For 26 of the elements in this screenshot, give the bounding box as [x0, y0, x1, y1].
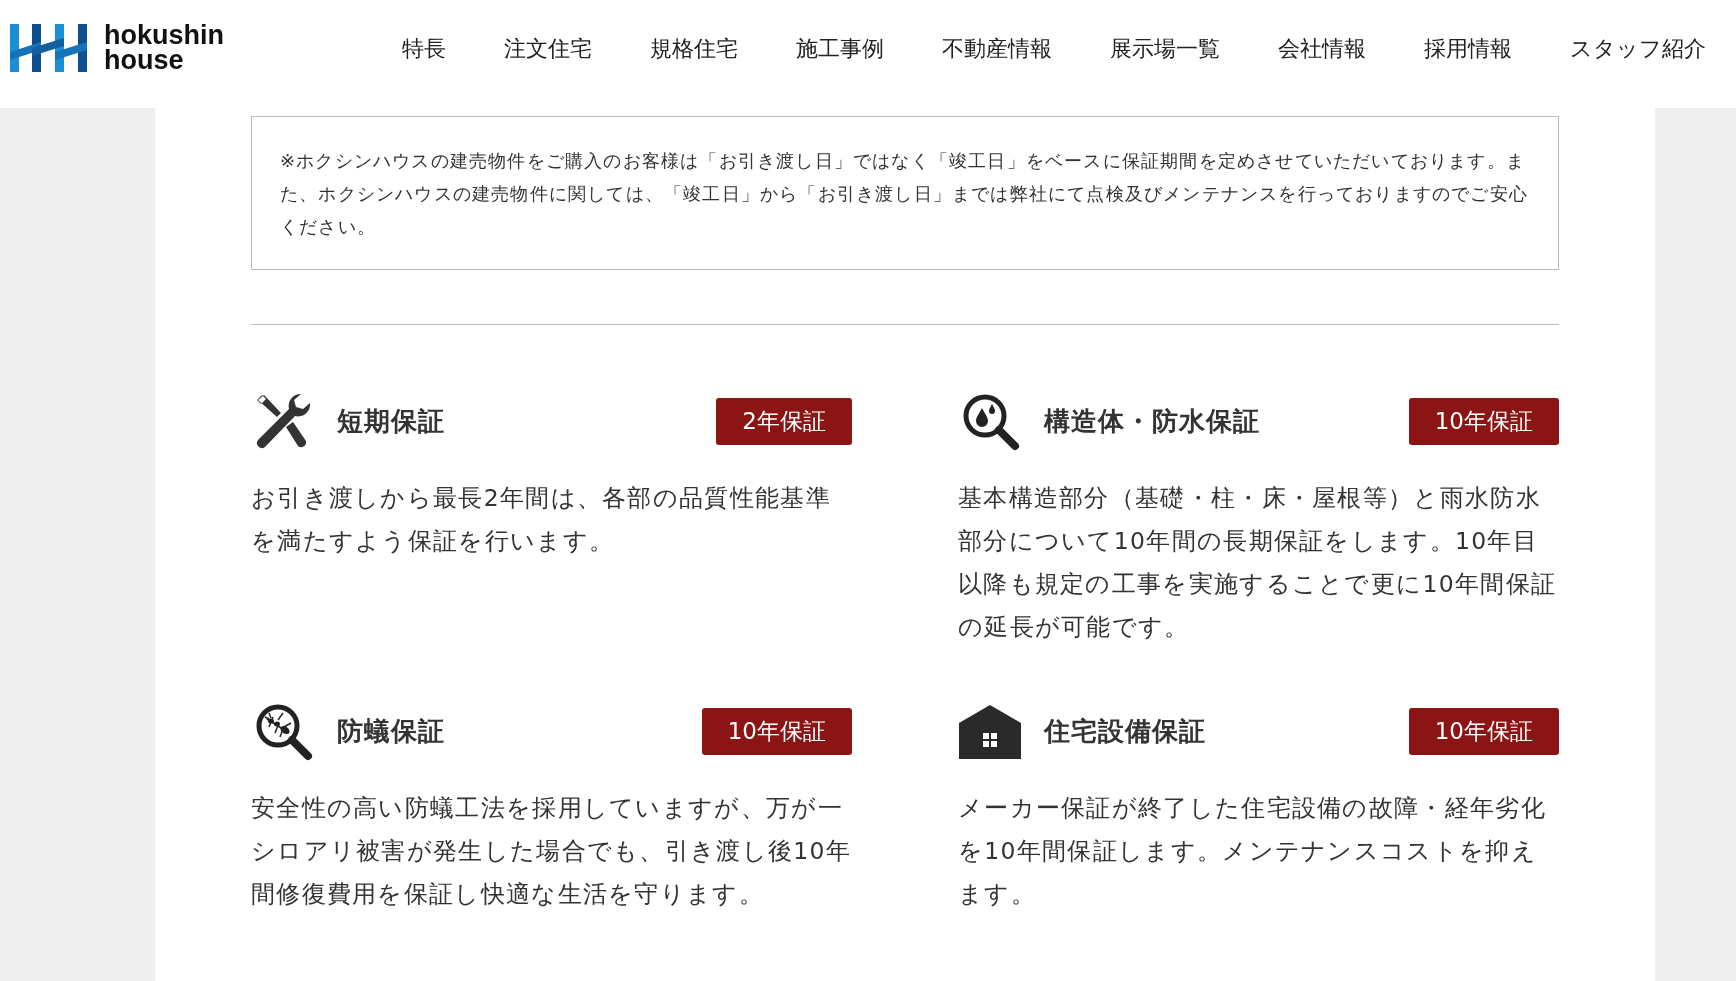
- nav-link[interactable]: 展示場一覧: [1110, 33, 1220, 63]
- warranty-title: 構造体・防水保証: [1044, 404, 1261, 438]
- nav-link[interactable]: 不動産情報: [942, 33, 1052, 63]
- warranty-title: 住宅設備保証: [1044, 714, 1207, 748]
- warranty-title: 防蟻保証: [337, 714, 446, 748]
- warranty-description: 基本構造部分（基礎・柱・床・屋根等）と雨水防水部分について10年間の長期保証をします。10年目以降も規定の工事を実施することで更に10年間保証の延長が可能です。: [958, 483, 1558, 643]
- warranty-period-badge: 10年保証: [701, 707, 852, 755]
- nav-link[interactable]: 採用情報: [1424, 33, 1512, 63]
- logo-mark-icon[interactable]: [10, 24, 90, 72]
- nav-link[interactable]: 会社情報: [1278, 33, 1366, 63]
- nav-link[interactable]: 施工事例: [796, 33, 884, 63]
- house-icon: [958, 703, 1022, 759]
- warranty-description: メーカー保証が終了した住宅設備の故障・経年劣化を10年間保証します。メンテナンスコストを抑えます。: [958, 793, 1547, 910]
- warranty-period-badge: 10年保証: [1408, 707, 1559, 755]
- nav-link[interactable]: 規格住宅: [650, 33, 738, 63]
- nav-link[interactable]: スタッフ紹介: [1570, 33, 1706, 63]
- nav-link[interactable]: 特長: [402, 33, 446, 63]
- logo-text[interactable]: house: [104, 48, 224, 73]
- logo-text[interactable]: hokushin: [104, 23, 224, 48]
- nav-link[interactable]: 注文住宅: [504, 33, 592, 63]
- warranty-period-badge: 10年保証: [1408, 397, 1559, 445]
- warranty-description: お引き渡しから最長2年間は、各部の品質性能基準を満たすよう保証を行います。: [251, 483, 832, 557]
- note-text: ※ホクシンハウスの建売物件をご購入のお客様は「お引き渡し日」ではなく「竣工日」をベースに保証期間を定めさせていただいております。また、ホクシンハウスの建売物件に関しては、「竣工日」から「お引き渡し日」までは弊社にて点検及びメンテナンスを行っておりますのでご安心ください。: [251, 116, 1559, 270]
- warranty-title: 短期保証: [337, 404, 446, 438]
- warranty-period-badge: 2年保証: [716, 397, 852, 445]
- warranty-description: 安全性の高い防蟻工法を採用していますが、万が一シロアリ被害が発生した場合でも、引き渡し後10年間修復費用を保証し快適な生活を守ります。: [251, 793, 852, 910]
